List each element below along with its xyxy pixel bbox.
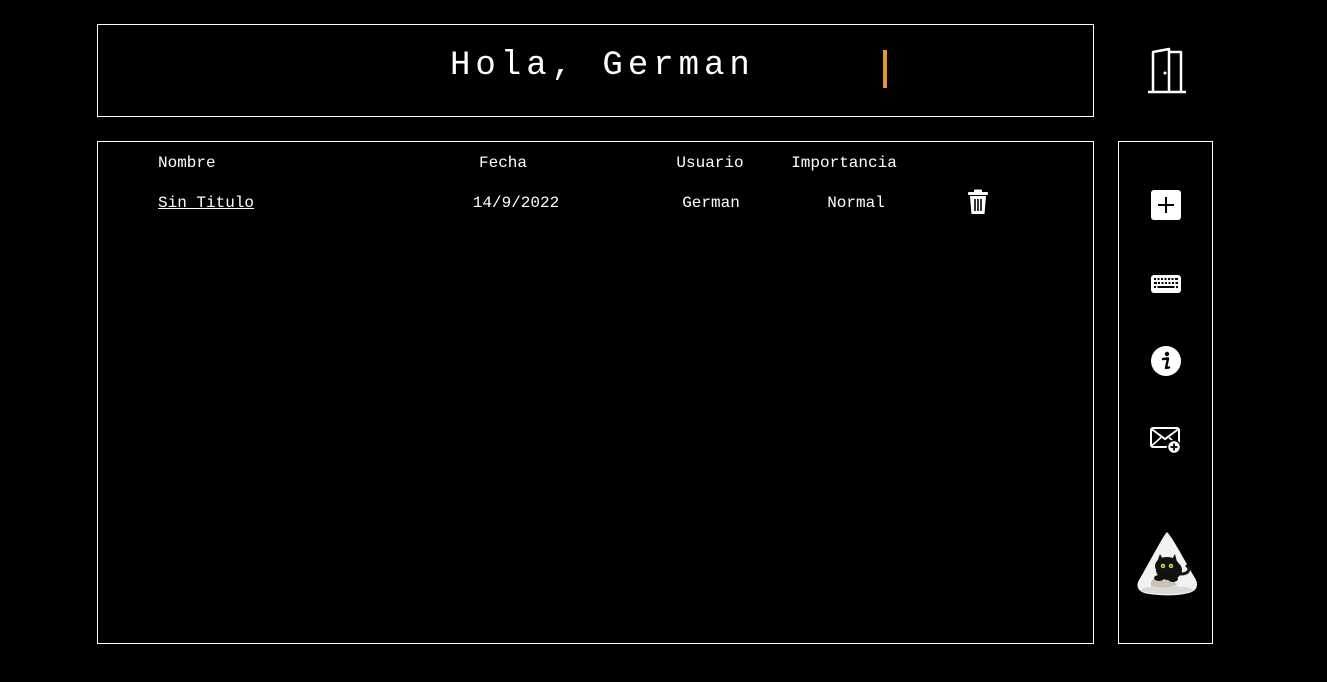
text-cursor [883, 50, 887, 88]
cat-avatar-icon [1133, 530, 1199, 596]
note-importance: Normal [827, 194, 885, 212]
keyboard-icon[interactable] [1150, 268, 1182, 300]
mail-plus-icon[interactable] [1150, 424, 1182, 456]
action-sidebar [1118, 141, 1213, 644]
column-header-fecha: Fecha [478, 154, 528, 172]
note-title-link[interactable]: Sin Titulo [158, 194, 254, 212]
column-header-nombre: Nombre [158, 154, 216, 172]
notes-table: Nombre Fecha Usuario Importancia Sin Tit… [97, 141, 1094, 644]
greeting-title: Hola, German [450, 47, 755, 85]
column-header-usuario: Usuario [676, 154, 744, 172]
note-user: German [682, 194, 740, 212]
plus-square-icon[interactable] [1150, 189, 1182, 221]
note-date: 14/9/2022 [472, 194, 560, 212]
logout-door-icon[interactable] [1145, 46, 1189, 96]
header-panel: Hola, German [97, 24, 1094, 117]
info-icon[interactable] [1150, 345, 1182, 377]
column-header-importancia: Importancia [791, 154, 897, 172]
trash-icon[interactable] [966, 189, 990, 215]
